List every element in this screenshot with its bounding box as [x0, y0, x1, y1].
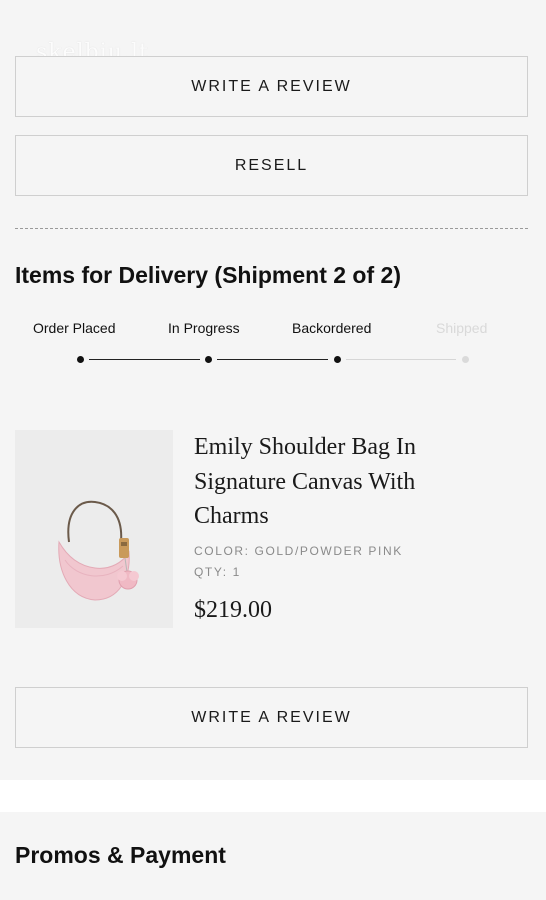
product-title[interactable]: Emily Shoulder Bag In Signature Canvas W… — [194, 430, 494, 534]
step-label-shipped: Shipped — [436, 320, 488, 336]
write-review-button-item[interactable]: WRITE A REVIEW — [15, 687, 528, 748]
product-color: COLOR: GOLD/POWDER PINK — [194, 544, 403, 558]
product-quantity: QTY: 1 — [194, 565, 241, 579]
step-label-backordered: Backordered — [292, 320, 372, 336]
order-details-panel — [0, 0, 546, 780]
step-dot-in-progress — [205, 356, 212, 363]
step-dot-shipped — [462, 356, 469, 363]
promos-payment-title: Promos & Payment — [15, 842, 226, 868]
step-label-in-progress: In Progress — [168, 320, 240, 336]
shipment-title: Items for Delivery (Shipment 2 of 2) — [15, 262, 401, 288]
shipment-progress-tracker: Order Placed In Progress Backordered Shi… — [0, 318, 546, 368]
section-divider — [15, 228, 528, 229]
product-image[interactable] — [15, 430, 173, 628]
step-connector — [217, 359, 328, 360]
resell-button[interactable]: RESELL — [15, 135, 528, 196]
write-review-button[interactable]: WRITE A REVIEW — [15, 56, 528, 117]
step-dot-order-placed — [77, 356, 84, 363]
step-connector — [89, 359, 200, 360]
step-label-order-placed: Order Placed — [33, 320, 116, 336]
step-connector — [346, 359, 456, 360]
handbag-icon — [58, 500, 139, 601]
product-price: $219.00 — [194, 597, 272, 623]
step-dot-backordered — [334, 356, 341, 363]
